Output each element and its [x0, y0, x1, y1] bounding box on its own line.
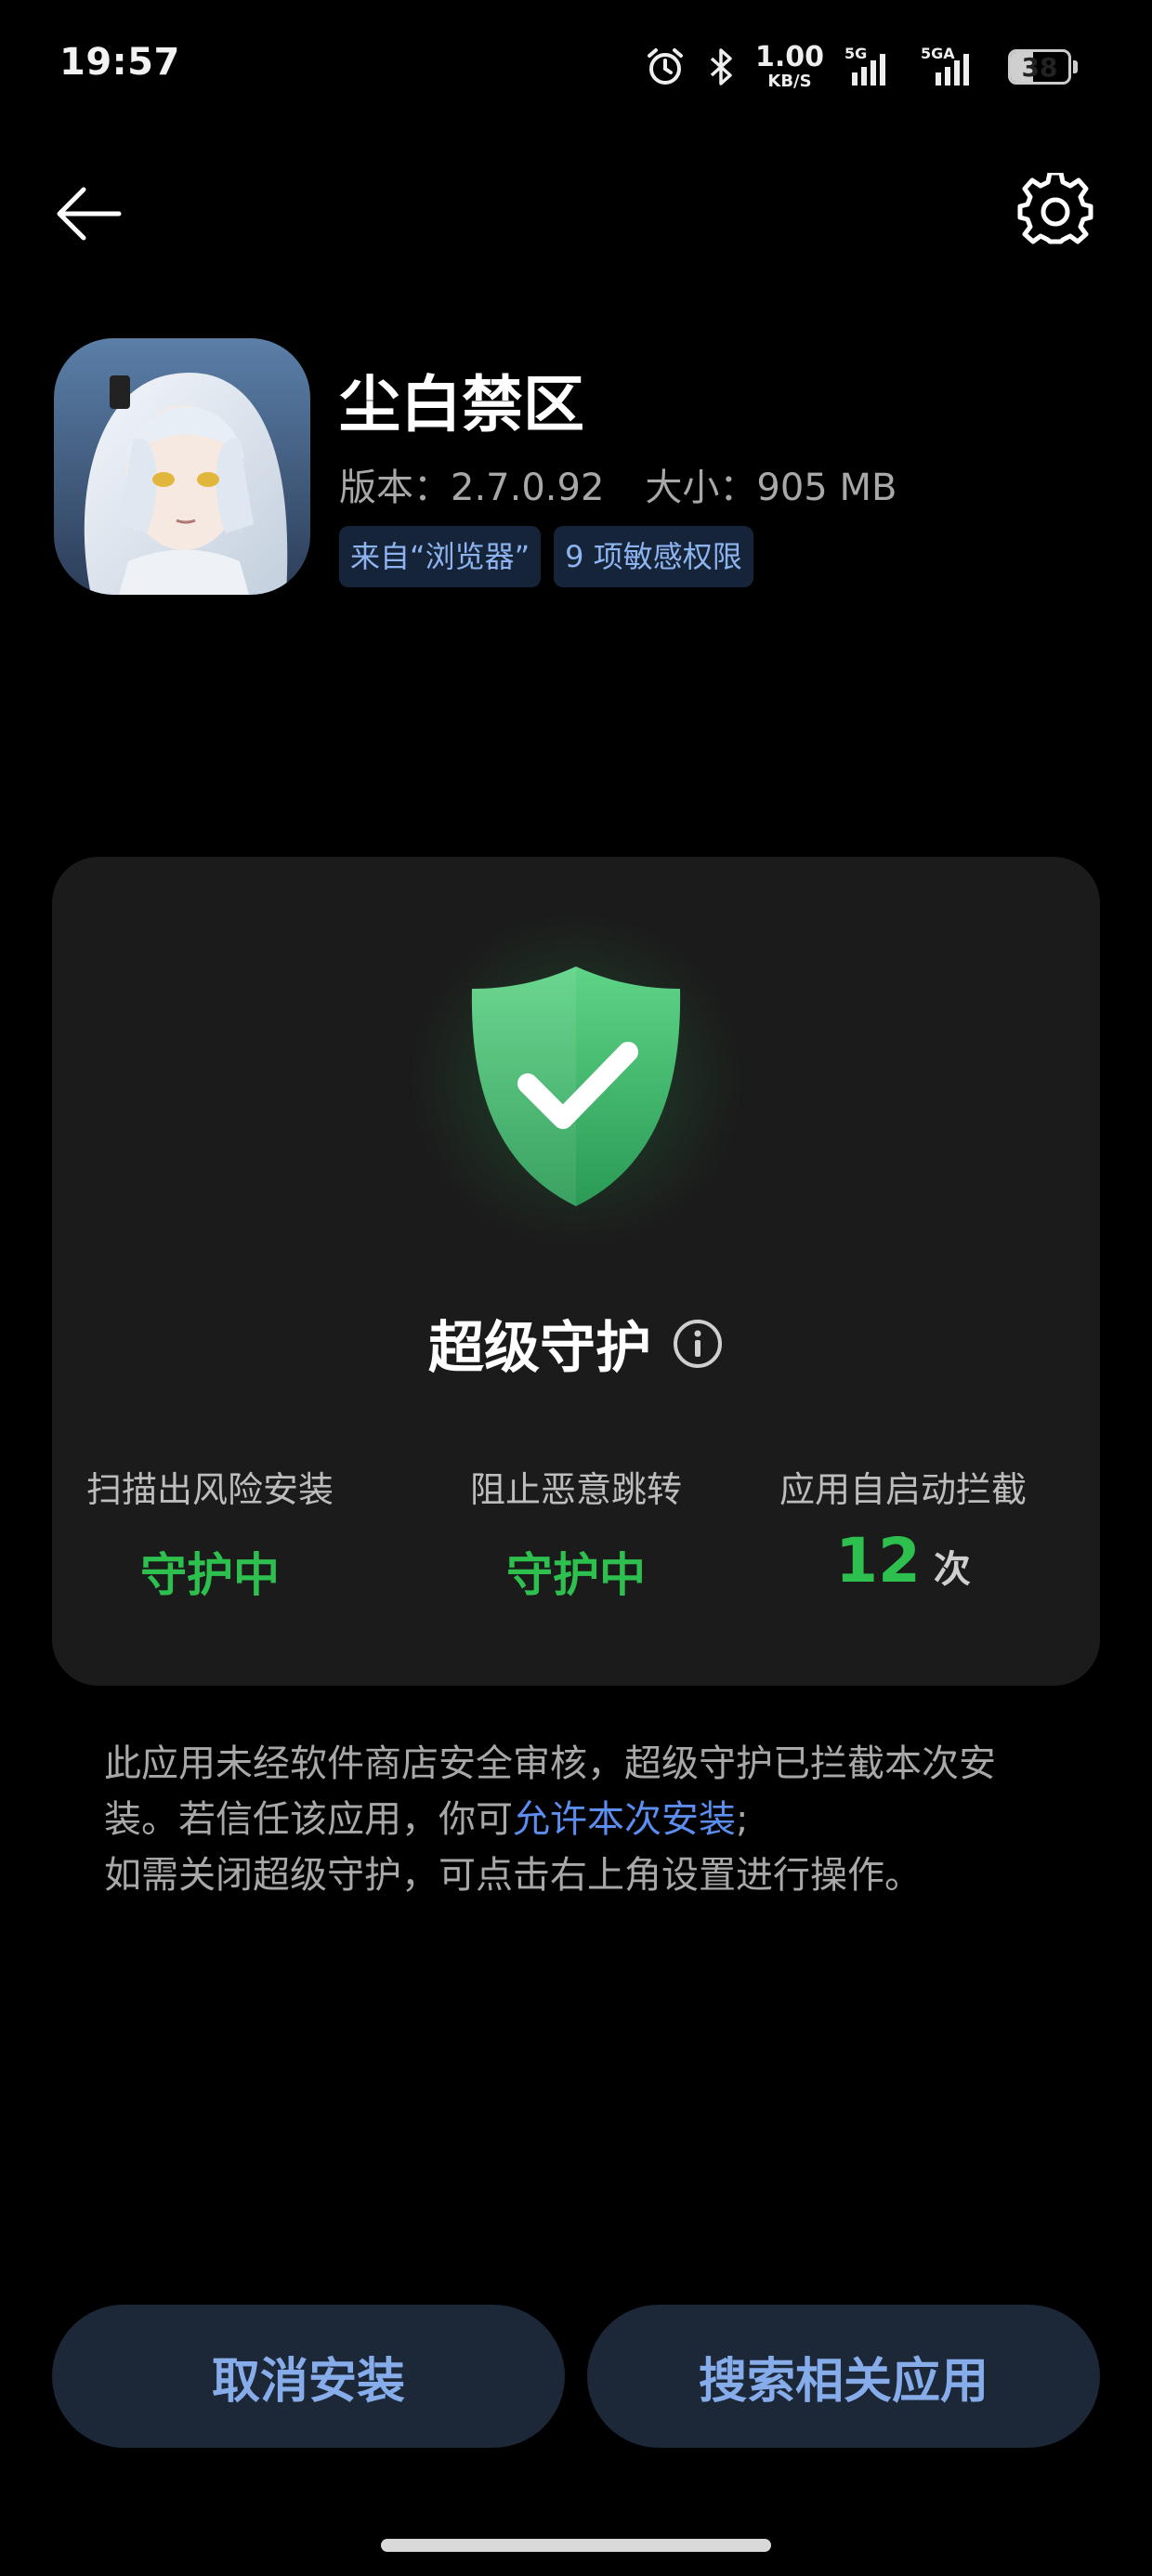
- cancel-install-button[interactable]: 取消安装: [52, 2305, 565, 2448]
- notice-line2: 如需关闭超级守护，可点击右上角设置进行操作。: [104, 1854, 922, 1897]
- notice-text: 此应用未经软件商店安全审核，超级守护已拦截本次安装。若信任该应用，你可允许本次安…: [104, 1736, 1052, 1903]
- app-icon: [54, 338, 310, 595]
- battery-level: 38: [1021, 51, 1058, 83]
- arrow-left-icon: [57, 187, 122, 241]
- size-label: 大小：: [645, 467, 757, 509]
- shield-check-icon: [471, 966, 681, 1206]
- stat-value: 守护中: [140, 1548, 280, 1602]
- battery-tip: [1073, 60, 1078, 73]
- app-name: 尘白禁区: [339, 369, 584, 440]
- home-indicator[interactable]: [381, 2539, 771, 2552]
- stat-autostart-block: 应用自启动拦截 12 次: [758, 1461, 1048, 1597]
- version-label: 版本：: [339, 467, 451, 509]
- network-speed-unit: KB/S: [767, 72, 812, 91]
- app-version: 2.7.0.92: [451, 467, 605, 509]
- search-related-apps-button[interactable]: 搜索相关应用: [587, 2305, 1100, 2448]
- bluetooth-icon: [710, 48, 732, 85]
- stat-malicious-redirect: 阻止恶意跳转 守护中: [442, 1461, 710, 1605]
- app-chips: 来自“浏览器” 9 项敏感权限: [339, 526, 753, 587]
- signal-icon: 5G: [844, 45, 900, 87]
- app-meta: 版本：2.7.0.92 大小：905 MB: [339, 457, 897, 511]
- super-guard-card: 超级守护 扫描出风险安装 守护中 阻止恶意跳转 守护中 应用自启动拦截 12 次: [52, 857, 1100, 1686]
- stat-label: 阻止恶意跳转: [469, 1469, 682, 1510]
- source-chip[interactable]: 来自“浏览器”: [339, 526, 542, 587]
- network-speed-value: 1.00: [754, 41, 824, 73]
- stat-count: 12: [835, 1525, 921, 1597]
- stat-label: 应用自启动拦截: [779, 1469, 1027, 1510]
- stat-value: 12 次: [835, 1525, 971, 1597]
- battery-icon: 38: [1008, 49, 1078, 85]
- stat-value: 守护中: [506, 1548, 646, 1602]
- install-blocked-screen: 19:57 1.00 KB/S 5G 5GA 38 尘白禁区 版本：2.7.0.…: [0, 0, 1152, 2576]
- guard-title-row: 超级守护: [52, 1303, 1100, 1384]
- notice-part2: ;: [736, 1798, 749, 1841]
- stat-risk-install: 扫描出风险安装 守护中: [84, 1461, 336, 1605]
- guard-title: 超级守护: [428, 1316, 651, 1381]
- gear-icon: [1017, 170, 1093, 244]
- signal-icon: 5GA: [921, 45, 988, 87]
- back-button[interactable]: [52, 177, 126, 251]
- battery-body: 38: [1008, 49, 1071, 85]
- network-speed: 1.00 KB/S: [755, 44, 824, 90]
- status-icons: 1.00 KB/S 5G 5GA 38: [644, 39, 1078, 95]
- info-icon[interactable]: [672, 1318, 724, 1370]
- status-time: 19:57: [59, 41, 180, 84]
- app-size: 905 MB: [756, 467, 897, 509]
- stat-label: 扫描出风险安装: [85, 1469, 334, 1510]
- settings-button[interactable]: [1016, 170, 1094, 251]
- alarm-icon: [647, 48, 683, 85]
- permissions-chip[interactable]: 9 项敏感权限: [554, 526, 753, 587]
- stat-unit: 次: [933, 1548, 971, 1591]
- allow-install-link[interactable]: 允许本次安装: [513, 1798, 736, 1841]
